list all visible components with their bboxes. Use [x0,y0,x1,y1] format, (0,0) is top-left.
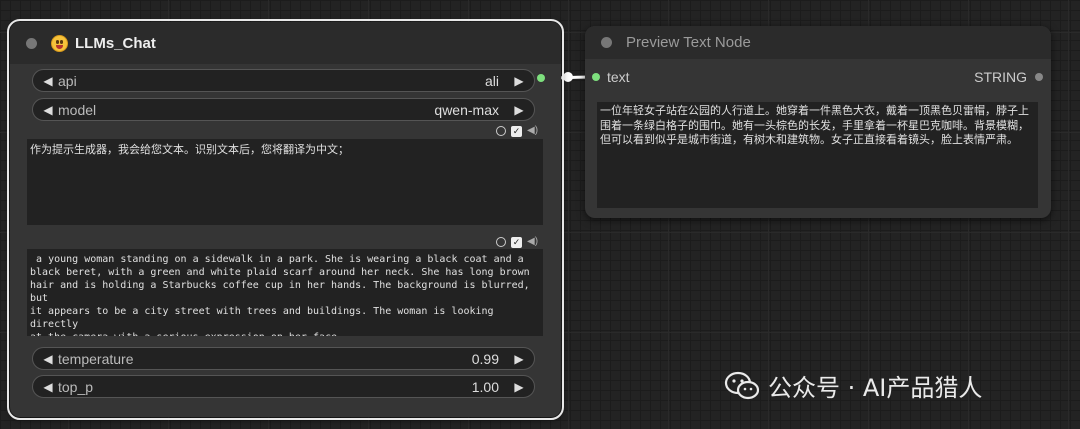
wechat-icon [724,371,760,399]
textbox-tools: ✓ ◀) [496,125,539,137]
arrow-left-icon[interactable]: ◀ [38,103,58,117]
llms-chat-node[interactable]: LLMs_Chat ◀ api ali ▶ ◀ model qwen-max ▶… [7,19,564,420]
widget-label: top_p [58,378,94,395]
preview-text-node[interactable]: Preview Text Node text STRING 一位年轻女子站在公园… [585,26,1051,218]
checkbox-icon[interactable]: ✓ [511,125,522,137]
preview-title-bar[interactable]: Preview Text Node [585,26,1051,59]
circle-icon[interactable] [496,237,506,247]
preview-text-area[interactable]: 一位年轻女子站在公园的人行道上。她穿着一件黑色大衣，戴着一顶黑色贝雷帽，脖子上围… [597,102,1038,208]
system-prompt-textarea[interactable]: 作为提示生成器，我会给您文本。识别文本后，您将翻译为中文； [27,139,543,225]
widget-label: model [58,101,97,118]
arrow-left-icon[interactable]: ◀ [38,380,58,394]
node-title: Preview Text Node [626,34,751,51]
output-slot-dot[interactable] [537,74,545,82]
arrow-left-icon[interactable]: ◀ [38,74,58,88]
api-combo[interactable]: ◀ api ali ▶ [32,69,535,92]
arrow-right-icon[interactable]: ▶ [509,352,529,366]
input-slot-label: text [607,69,630,85]
output-slot-label: STRING [974,69,1027,85]
widget-value: ali [484,72,499,89]
collapse-dot-icon[interactable] [601,37,612,48]
grinning-face-icon [51,34,68,52]
llms-chat-title-bar[interactable]: LLMs_Chat [10,22,561,64]
widget-label: temperature [58,350,134,367]
node-title: LLMs_Chat [75,34,156,52]
arrow-right-icon[interactable]: ▶ [509,380,529,394]
top-p-slider[interactable]: ◀ top_p 1.00 ▶ [32,375,535,398]
collapse-dot-icon[interactable] [26,37,37,49]
watermark: 公众号 · AI产品猎人 [724,368,982,403]
widget-label: api [58,72,77,89]
arrow-right-icon[interactable]: ▶ [509,103,529,117]
circle-icon[interactable] [496,126,506,136]
arrow-right-icon[interactable]: ▶ [509,74,529,88]
widget-value: qwen-max [434,101,499,118]
speaker-icon[interactable]: ◀) [527,236,539,248]
widget-value: 1.00 [471,378,499,395]
checkbox-icon[interactable]: ✓ [511,236,522,248]
output-slot-dot[interactable] [1035,73,1043,81]
watermark-text: 公众号 · AI产品猎人 [768,374,983,402]
user-prompt-textarea[interactable]: a young woman standing on a sidewalk in … [27,249,543,336]
widget-value: 0.99 [471,350,499,367]
speaker-icon[interactable]: ◀) [527,125,539,137]
arrow-left-icon[interactable]: ◀ [38,352,58,366]
textbox-tools: ✓ ◀) [496,236,539,248]
temperature-slider[interactable]: ◀ temperature 0.99 ▶ [32,347,535,370]
input-slot-dot[interactable] [592,73,600,81]
model-combo[interactable]: ◀ model qwen-max ▶ [32,98,535,121]
